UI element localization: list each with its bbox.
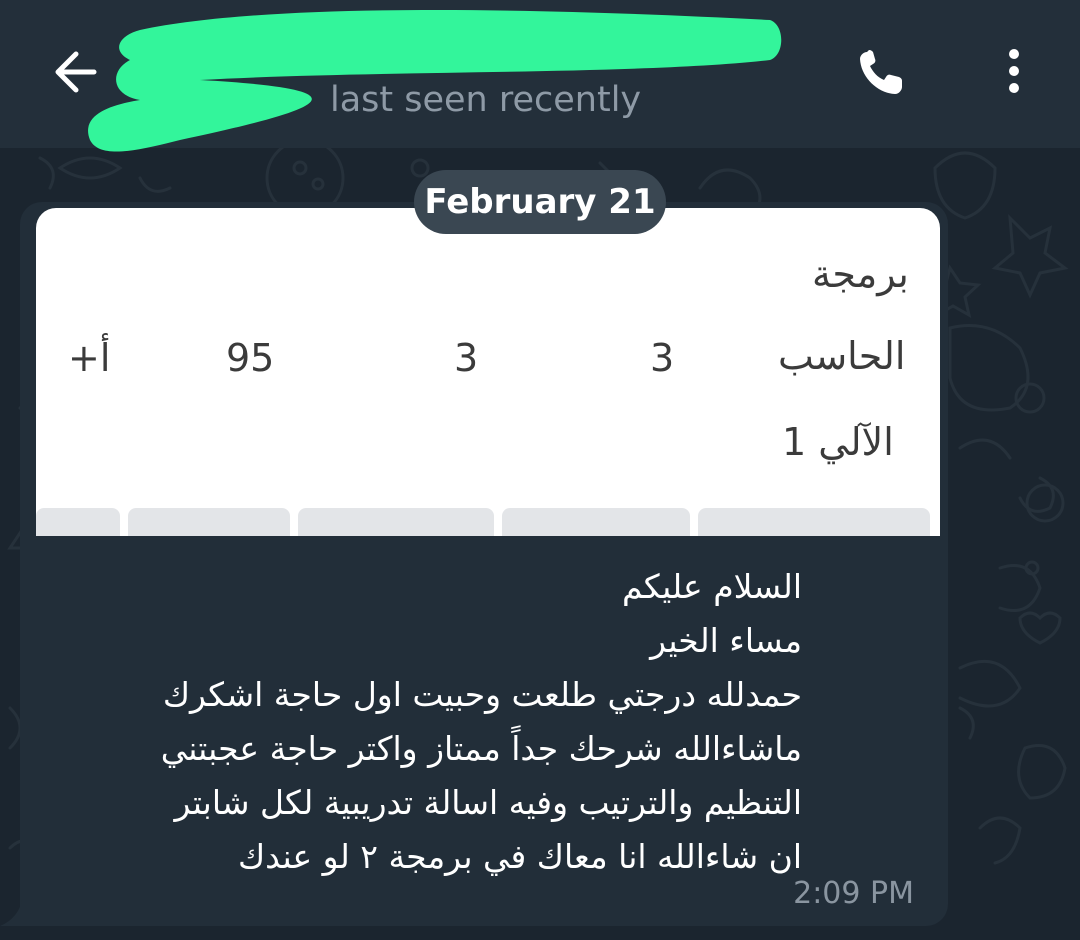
message-timestamp: 2:09 PM — [793, 876, 914, 911]
phone-icon — [860, 50, 902, 94]
image-row2-value-a: 3 — [650, 336, 675, 380]
message-line: التنظيم والترتيب وفيه اسالة تدريبية لكل … — [174, 783, 802, 822]
table-cell-bar — [128, 508, 290, 536]
message-line: مساء الخير — [650, 621, 802, 660]
table-cell-bar — [298, 508, 494, 536]
image-row1-label: برمجة — [812, 252, 909, 296]
image-row2-label: الحاسب — [778, 334, 906, 378]
image-row3-label: الآلي 1 — [782, 420, 894, 464]
message-text: السلام عليكم مساء الخير حمدلله درجتي طلع… — [62, 560, 802, 884]
call-button[interactable] — [850, 40, 914, 104]
message-line: السلام عليكم — [621, 567, 802, 606]
table-cell-bar — [502, 508, 690, 536]
table-cell-bar — [36, 508, 120, 536]
more-options-button[interactable] — [986, 40, 1042, 104]
date-separator: February 21 — [414, 170, 666, 234]
message-line: ان شاءالله انا معاك في برمجة ٢ لو عندك — [237, 837, 802, 876]
image-row2-value-b: 3 — [454, 336, 479, 380]
redaction-marker — [88, 10, 782, 152]
attached-image[interactable]: برمجة الحاسب 3 3 95 +أ الآلي 1 — [36, 208, 940, 536]
image-row2-value-c: 95 — [226, 336, 275, 380]
more-vertical-icon — [1009, 49, 1019, 93]
chat-screen: last seen recently برمجة الحاسب 3 3 95 +… — [0, 0, 1080, 940]
table-cell-bar — [698, 508, 930, 536]
image-row2-value-d: +أ — [68, 336, 111, 380]
message-line: حمدلله درجتي طلعت وحبيت اول حاجة اشكرك — [162, 675, 802, 714]
message-line: ماشاءالله شرحك جداً ممتاز واكتر حاجة عجب… — [160, 729, 802, 768]
bubble-tail — [0, 900, 40, 926]
